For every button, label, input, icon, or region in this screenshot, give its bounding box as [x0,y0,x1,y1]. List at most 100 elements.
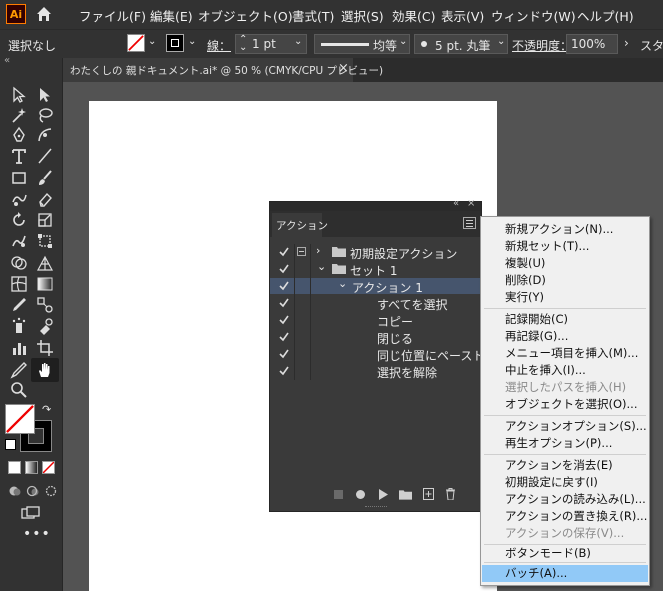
menu-help[interactable]: ヘルプ(H) [577,6,634,25]
opacity-field[interactable]: 100% [566,34,618,54]
chevron-down-icon[interactable]: ⌄ [317,260,326,273]
opacity-label[interactable]: 不透明度： [512,37,572,54]
line-tool-icon[interactable] [33,146,57,166]
play-icon[interactable] [378,489,388,500]
opacity-value[interactable]: 100% [571,37,605,51]
menu-item-action-options[interactable]: アクションオプション(S)... [482,418,648,435]
hand-tool-icon[interactable] [33,360,57,380]
tab-actions-label[interactable]: アクション [276,218,328,233]
direct-selection-tool-icon[interactable] [33,85,57,105]
action-set-row[interactable]: › 初期設定アクション [270,244,481,261]
menu-item-button-mode[interactable]: ボタンモード(B) [482,545,648,562]
checkmark-icon[interactable] [277,329,291,345]
command-row[interactable]: コピー [270,312,481,329]
menu-view[interactable]: 表示(V) [441,6,484,25]
checkmark-icon[interactable] [277,244,291,260]
document-tab-title[interactable]: わたくしの 親ドキュメント.ai* @ 50 % (CMYK/CPU プレビュー… [70,63,383,78]
swap-colors-icon[interactable]: ↷ [42,403,51,416]
collapse-icon[interactable]: « [453,198,459,209]
fill-swatch[interactable] [127,34,145,52]
stop-icon[interactable] [334,490,343,499]
column-graph-tool-icon[interactable] [7,338,31,358]
command-row[interactable]: 選択を解除 [270,363,481,380]
scale-tool-icon[interactable] [33,210,57,230]
menu-item-playback-options[interactable]: 再生オプション(P)... [482,435,648,452]
eraser-tool-icon[interactable] [33,189,57,209]
home-icon[interactable] [35,5,53,23]
menu-item-insert-menu-item[interactable]: メニュー項目を挿入(M)... [482,345,648,362]
menu-object[interactable]: オブジェクト(O) [198,6,293,25]
panel-menu-icon[interactable] [463,217,476,229]
menu-item-new-action[interactable]: 新規アクション(N)... [482,221,648,238]
menu-item-delete[interactable]: 削除(D) [482,272,648,289]
close-icon[interactable]: × [338,61,349,76]
menu-item-play[interactable]: 実行(Y) [482,289,648,306]
menu-item-start-recording[interactable]: 記録開始(C) [482,311,648,328]
command-row[interactable]: 同じ位置にペースト [270,346,484,363]
collapse-icon[interactable]: « [4,55,10,66]
menu-type[interactable]: 書式(T) [292,6,334,25]
resize-handle[interactable] [365,506,387,510]
gradient-tool-icon[interactable] [33,274,57,294]
brush-dropdown[interactable]: 5 pt. 丸筆 ⌄ [414,34,508,54]
screen-mode-icon[interactable] [21,506,41,520]
menu-effect[interactable]: 効果(C) [392,6,435,25]
chevron-right-icon[interactable]: › [316,244,320,257]
chevron-down-icon[interactable]: ⌄ [188,36,196,47]
menu-edit[interactable]: 編集(E) [150,6,193,25]
menu-window[interactable]: ウィンドウ(W) [491,6,576,25]
perspective-grid-tool-icon[interactable] [33,253,57,273]
checkmark-icon[interactable] [277,363,291,379]
chevron-down-icon[interactable]: ⌄ [399,36,407,47]
record-icon[interactable] [356,490,365,499]
document-tab[interactable]: わたくしの 親ドキュメント.ai* @ 50 % (CMYK/CPU プレビュー… [62,58,383,82]
menu-item-batch[interactable]: バッチ(A)... [482,565,648,582]
menu-item-replace-actions[interactable]: アクションの置き換え(R)... [482,508,648,525]
color-mode-icon[interactable] [8,461,21,474]
gradient-mode-icon[interactable] [25,461,38,474]
rectangle-tool-icon[interactable] [7,168,31,188]
stroke-weight-field[interactable]: ⌃ ⌄ 1 pt ⌄ [235,34,307,54]
checkmark-icon[interactable] [277,312,291,328]
selection-tool-icon[interactable] [7,85,31,105]
slice-tool-icon[interactable] [7,360,31,380]
menu-item-select-object[interactable]: オブジェクトを選択(O)... [482,396,648,413]
lasso-tool-icon[interactable] [33,105,57,125]
action-set-row[interactable]: ⌄ セット 1 [270,260,481,278]
checkmark-icon[interactable] [277,278,291,294]
command-row[interactable]: 閉じる [270,329,481,346]
panel-title-strip[interactable]: « × [270,198,481,211]
menu-item-duplicate[interactable]: 複製(U) [482,255,648,272]
rotate-tool-icon[interactable] [7,210,31,230]
action-row-selected[interactable]: ⌄ アクション 1 [270,277,481,295]
default-colors-icon[interactable] [5,439,16,450]
command-row[interactable]: すべてを選択 [270,295,481,312]
checkmark-icon[interactable] [277,346,291,362]
tab-actions[interactable]: アクション [272,213,328,237]
style-label[interactable]: スタ [640,37,663,54]
chevron-down-icon[interactable]: ⌄ [294,36,302,47]
blend-tool-icon[interactable] [33,295,57,315]
checkmark-icon[interactable] [277,261,291,277]
menu-item-reset-actions[interactable]: 初期設定に戻す(I) [482,474,648,491]
draw-normal-icon[interactable] [8,485,22,497]
draw-behind-icon[interactable] [26,485,40,497]
checkmark-icon[interactable] [277,295,291,311]
new-action-icon[interactable] [423,488,434,500]
artboard-tool-icon[interactable] [33,338,57,358]
menu-item-clear-actions[interactable]: アクションを消去(E) [482,457,648,474]
curvature-tool-icon[interactable] [33,125,57,145]
new-set-folder-icon[interactable] [399,489,412,500]
magic-wand-tool-icon[interactable] [7,105,31,125]
eyedropper-tool-icon[interactable] [7,295,31,315]
mesh-tool-icon[interactable] [7,274,31,294]
close-icon[interactable]: × [467,198,475,209]
chevron-down-icon[interactable]: ⌄ [338,277,347,290]
stroke-style-dropdown[interactable]: 均等 ⌄ [314,34,410,54]
dialog-toggle-icon[interactable] [297,247,306,256]
trash-icon[interactable] [445,488,456,500]
zoom-tool-icon[interactable] [7,380,31,400]
stroke-weight-value[interactable]: 1 pt [252,37,276,51]
toolbar-header[interactable]: « [2,55,60,68]
paintbrush-tool-icon[interactable] [33,168,57,188]
